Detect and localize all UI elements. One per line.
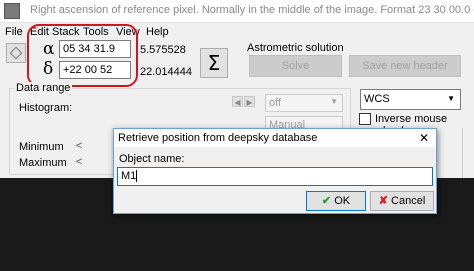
- menu-file[interactable]: File: [5, 26, 23, 38]
- highlight-ring: [27, 24, 138, 87]
- arrow-right-icon[interactable]: ▶: [244, 96, 255, 107]
- data-range-label: Data range: [14, 82, 73, 94]
- object-name-value: M1: [121, 170, 137, 182]
- histogram-mode-select[interactable]: off ▼: [265, 94, 343, 112]
- coordinate-system-select[interactable]: WCS ▼: [360, 89, 461, 110]
- object-name-input[interactable]: M1: [117, 167, 433, 186]
- deepsky-dialog: Retrieve position from deepsky database …: [113, 128, 437, 214]
- solve-button[interactable]: Solve: [249, 55, 342, 77]
- dialog-title: Retrieve position from deepsky database: [118, 132, 318, 144]
- minimum-left-arrow-icon[interactable]: <: [76, 140, 82, 152]
- dialog-title-bar: Retrieve position from deepsky database …: [114, 129, 436, 147]
- histogram-mode-value: off: [269, 97, 282, 109]
- title-bar: Right ascension of reference pixel. Norm…: [0, 0, 474, 23]
- pick-pixel-button[interactable]: [6, 43, 26, 63]
- chevron-down-icon: ▼: [447, 94, 455, 103]
- cross-icon: ✘: [378, 195, 388, 207]
- window-title: Right ascension of reference pixel. Norm…: [30, 4, 474, 16]
- cancel-label: Cancel: [391, 195, 426, 207]
- coordinate-system-value: WCS: [364, 93, 390, 105]
- right-edge-panel: [462, 128, 474, 178]
- object-name-label: Object name:: [119, 153, 185, 165]
- astrometric-label: Astrometric solution: [247, 42, 344, 54]
- chevron-down-icon: ▼: [330, 97, 338, 106]
- arrow-left-icon[interactable]: ◀: [232, 96, 243, 107]
- close-icon[interactable]: ✕: [419, 131, 429, 145]
- inverse-mouse-wheel-checkbox[interactable]: [359, 113, 371, 125]
- ok-button[interactable]: ✔ OK: [306, 191, 366, 211]
- cancel-button[interactable]: ✘ Cancel: [370, 191, 434, 211]
- maximum-left-arrow-icon[interactable]: <: [76, 156, 82, 168]
- dec-decimal-readout: 22.014444: [140, 66, 192, 78]
- text-cursor: [136, 170, 138, 183]
- menu-help[interactable]: Help: [146, 26, 169, 38]
- diamond-icon: [9, 46, 23, 60]
- ra-decimal-readout: 5.575528: [140, 44, 186, 56]
- sigma-button[interactable]: Σ: [200, 48, 228, 78]
- minimum-label: Minimum: [19, 141, 64, 153]
- save-header-button[interactable]: Save new header: [349, 55, 461, 77]
- check-icon: ✔: [321, 195, 332, 207]
- ok-label: OK: [334, 195, 351, 207]
- app-icon: [4, 3, 20, 19]
- maximum-label: Maximum: [19, 157, 67, 169]
- histogram-label: Histogram:: [19, 102, 73, 114]
